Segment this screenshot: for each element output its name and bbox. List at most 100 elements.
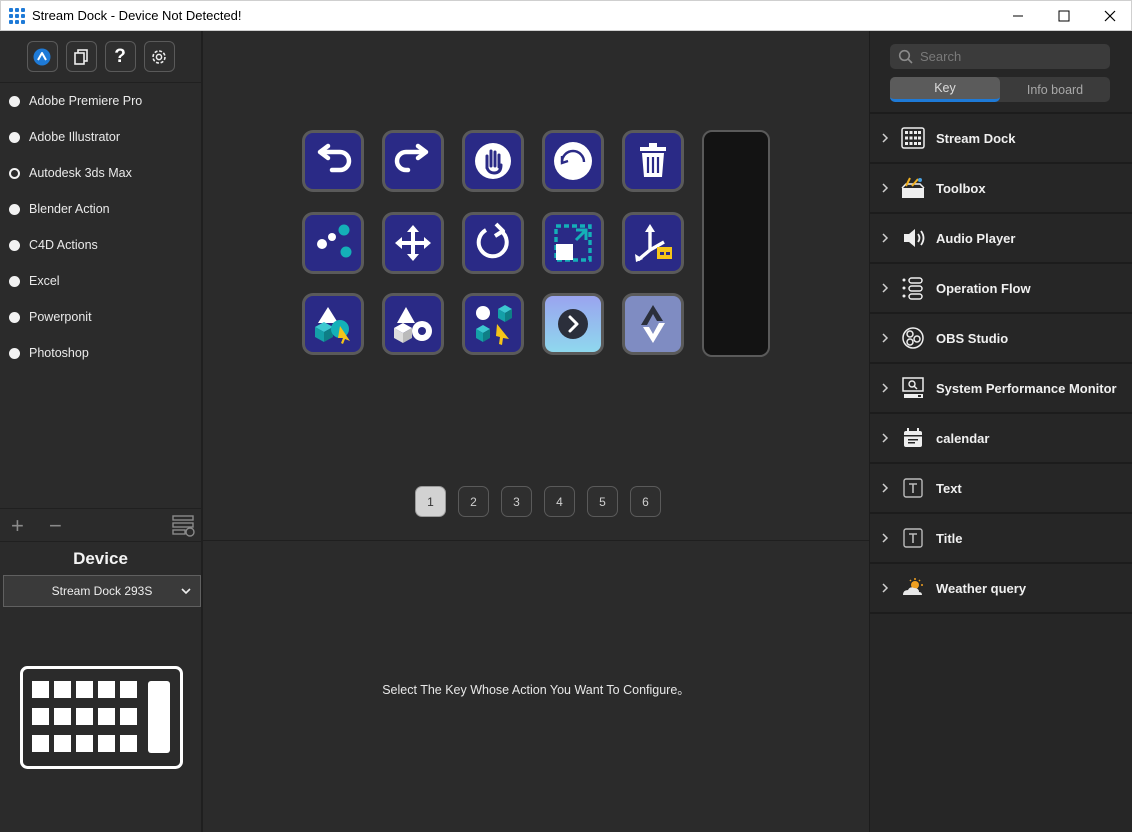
store-icon (33, 48, 51, 65)
profile-item[interactable]: Adobe Illustrator (0, 119, 201, 155)
add-profile-button[interactable]: + (11, 513, 24, 539)
category-label: Audio Player (936, 230, 1016, 246)
page-navigation: 1 2 3 4 5 6 (415, 486, 661, 517)
maximize-button[interactable] (1041, 1, 1087, 31)
key-slot[interactable] (542, 293, 604, 355)
profile-list: Adobe Premiere Pro Adobe Illustrator Aut… (0, 83, 201, 371)
title-icon (903, 528, 923, 548)
key-slot[interactable] (302, 130, 364, 192)
category-label: Toolbox (936, 180, 986, 196)
key-slot[interactable] (462, 293, 524, 355)
category-audio-player[interactable]: Audio Player (870, 214, 1132, 264)
key-slot[interactable] (542, 212, 604, 274)
tab-info-board[interactable]: Info board (1000, 77, 1110, 102)
lcd-touch-strip[interactable] (702, 130, 770, 357)
profile-item[interactable]: Blender Action (0, 191, 201, 227)
page-button[interactable]: 6 (630, 486, 661, 517)
device-preview-icon (20, 666, 183, 769)
close-button[interactable] (1087, 1, 1132, 31)
settings-button[interactable] (143, 41, 175, 72)
help-icon: ? (114, 45, 126, 67)
profile-item[interactable]: Adobe Premiere Pro (0, 83, 201, 119)
chevron-right-icon (882, 583, 889, 593)
profile-item[interactable]: Excel (0, 263, 201, 299)
action-library-panel: Key Info board Stream Dock Toolbox Audio… (869, 31, 1132, 832)
key-slot[interactable] (542, 130, 604, 192)
key-slot[interactable] (622, 293, 684, 355)
chevron-right-icon (882, 283, 889, 293)
key-slot[interactable] (462, 130, 524, 192)
copy-icon (74, 48, 88, 65)
radio-dot (9, 203, 20, 215)
profile-manage-icon[interactable] (172, 515, 196, 537)
monitor-icon (902, 377, 924, 398)
category-text[interactable]: Text (870, 464, 1132, 514)
select-object-icon (315, 307, 350, 344)
remove-profile-button[interactable]: − (49, 513, 62, 539)
profile-label: Powerponit (29, 310, 92, 324)
category-system-performance-monitor[interactable]: System Performance Monitor (870, 364, 1132, 414)
key-slot[interactable] (622, 130, 684, 192)
tab-key[interactable]: Key (890, 77, 1000, 102)
page-button[interactable]: 1 (415, 486, 446, 517)
rotate-icon (476, 222, 509, 259)
help-button[interactable]: ? (104, 41, 136, 72)
trash-icon (640, 143, 666, 177)
key-slot[interactable] (382, 130, 444, 192)
radio-dot (9, 311, 20, 323)
profile-item[interactable]: Photoshop (0, 335, 201, 371)
search-box[interactable] (890, 44, 1110, 69)
app-logo-icon (9, 7, 25, 24)
category-weather-query[interactable]: Weather query (870, 564, 1132, 614)
profile-label: Photoshop (29, 346, 89, 360)
category-obs-studio[interactable]: OBS Studio (870, 314, 1132, 364)
next-page-icon (558, 309, 588, 339)
category-calendar[interactable]: calendar (870, 414, 1132, 464)
page-button[interactable]: 4 (544, 486, 575, 517)
profile-label: Blender Action (29, 202, 110, 216)
select-multiple-icon (476, 305, 512, 345)
scatter-dots-icon (317, 224, 352, 258)
key-slot[interactable] (302, 212, 364, 274)
left-sidebar: ? Adobe Premiere Pro Adobe Illustrator A… (0, 31, 203, 832)
maximize-icon (1058, 10, 1070, 22)
weather-icon (903, 578, 923, 595)
search-input[interactable] (920, 49, 1100, 64)
key-slot[interactable] (382, 293, 444, 355)
radio-dot (9, 239, 20, 251)
page-button[interactable]: 5 (587, 486, 618, 517)
minimize-button[interactable] (995, 1, 1041, 31)
store-button[interactable] (26, 41, 58, 72)
hand-pan-icon (475, 143, 511, 179)
title-bar: Stream Dock - Device Not Detected! (0, 0, 1132, 31)
key-slot[interactable] (302, 293, 364, 355)
profile-item-selected[interactable]: Autodesk 3ds Max (0, 155, 201, 191)
category-stream-dock[interactable]: Stream Dock (870, 114, 1132, 164)
obs-icon (902, 327, 924, 349)
primitives-icon (394, 307, 432, 343)
move-arrows-icon (395, 225, 431, 261)
category-operation-flow[interactable]: Operation Flow (870, 264, 1132, 314)
category-title[interactable]: Title (870, 514, 1132, 564)
profile-item[interactable]: C4D Actions (0, 227, 201, 263)
category-toolbox[interactable]: Toolbox (870, 164, 1132, 214)
profile-label: Adobe Premiere Pro (29, 94, 143, 108)
profile-label: C4D Actions (29, 238, 98, 252)
profile-item[interactable]: Powerponit (0, 299, 201, 335)
profile-label: Autodesk 3ds Max (29, 166, 132, 180)
key-slot[interactable] (462, 212, 524, 274)
copy-button[interactable] (65, 41, 97, 72)
main-editor: 1 2 3 4 5 6 Select The Key Whose Action … (203, 31, 869, 832)
page-button[interactable]: 2 (458, 486, 489, 517)
radio-dot-selected (9, 167, 20, 179)
profile-label: Adobe Illustrator (29, 130, 121, 144)
key-slot[interactable] (622, 212, 684, 274)
undo-icon (317, 143, 352, 173)
orbit-icon (554, 142, 592, 180)
page-button[interactable]: 3 (501, 486, 532, 517)
device-select[interactable]: Stream Dock 293S (3, 575, 201, 607)
chevron-right-icon (882, 533, 889, 543)
config-hint: Select The Key Whose Action You Want To … (382, 683, 690, 697)
up-down-icon (641, 305, 665, 343)
key-slot[interactable] (382, 212, 444, 274)
